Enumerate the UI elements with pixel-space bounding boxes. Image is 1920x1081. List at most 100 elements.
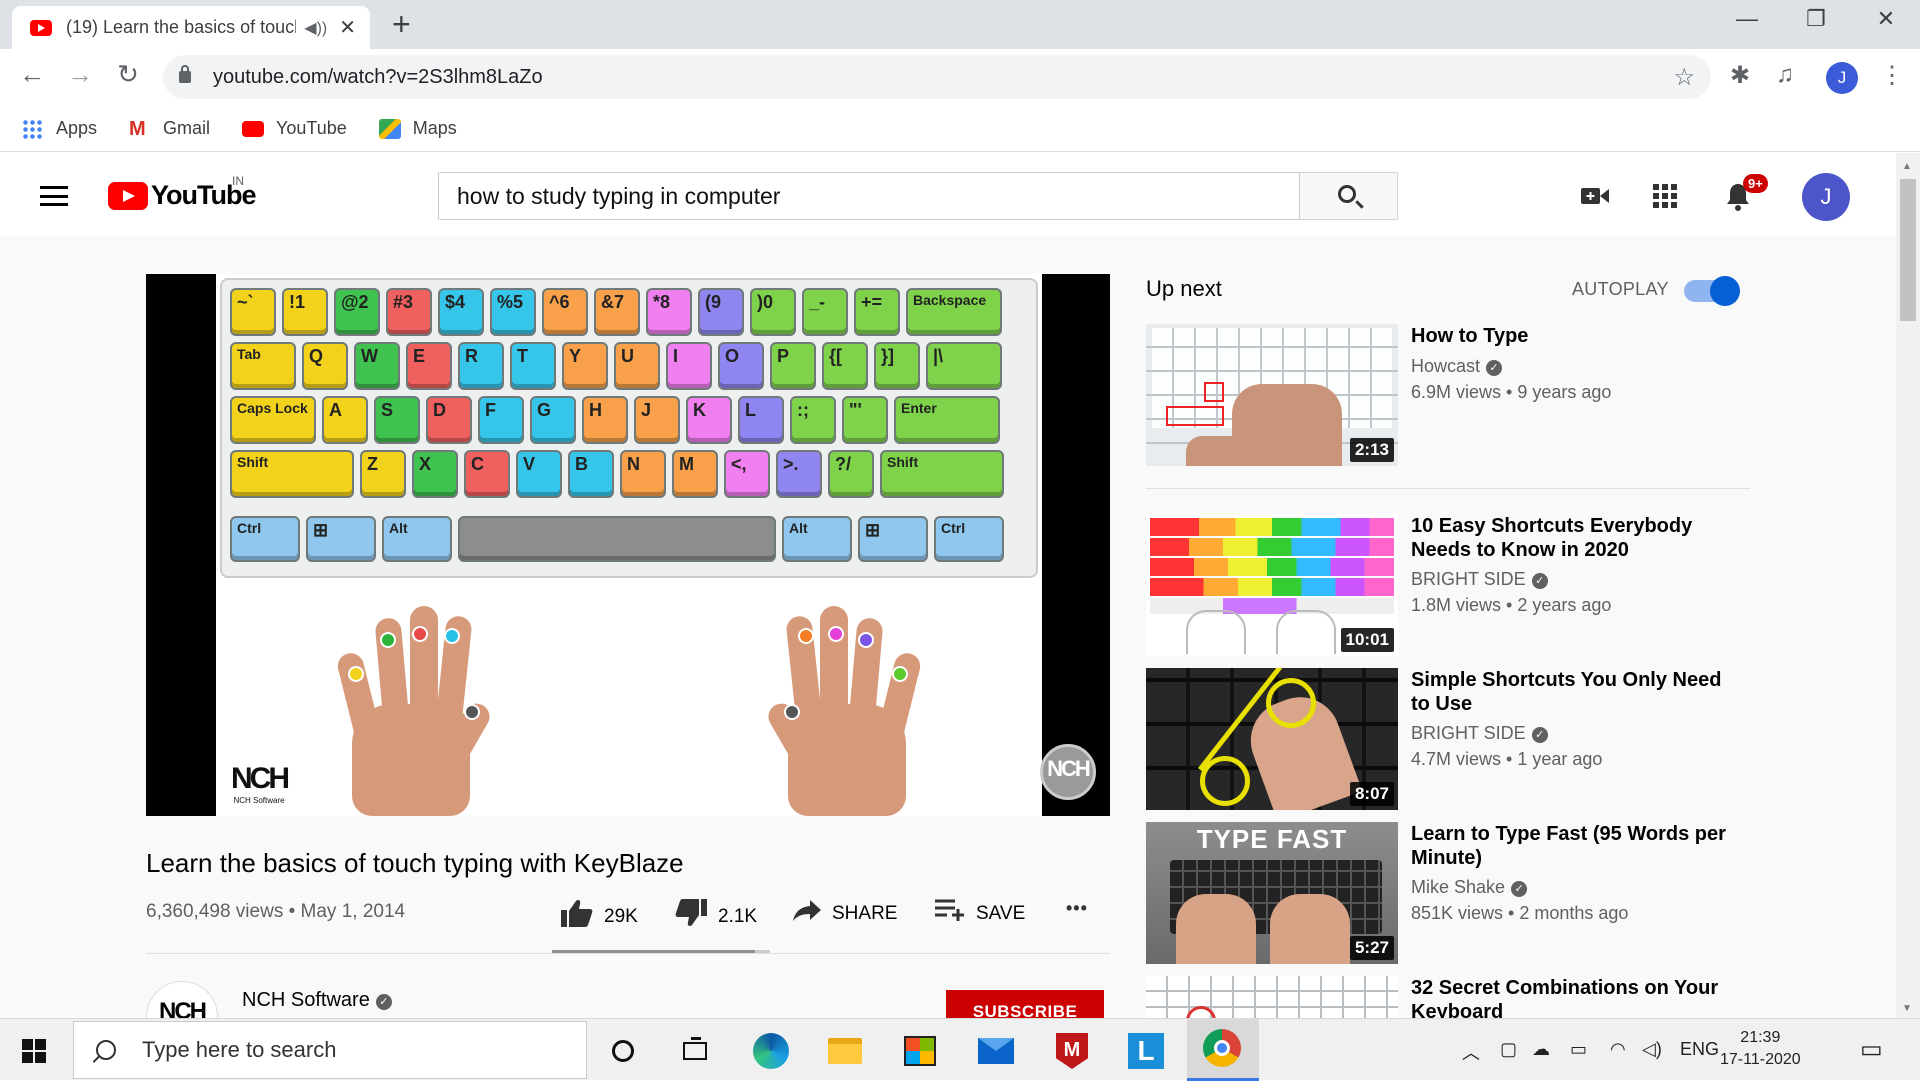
volume-icon[interactable]: ◁) xyxy=(1642,1039,1662,1060)
chrome-menu-icon[interactable]: ⋮ xyxy=(1880,61,1904,90)
lexicon-app-icon[interactable]: L xyxy=(1124,1029,1168,1073)
video-title[interactable]: 32 Secret Combinations on Your Keyboard xyxy=(1411,976,1731,1018)
youtube-play-logo-icon xyxy=(108,181,148,210)
video-title[interactable]: Simple Shortcuts You Only Need to Use xyxy=(1411,668,1731,716)
video-title[interactable]: 10 Easy Shortcuts Everybody Needs to Kno… xyxy=(1411,514,1731,562)
reload-icon[interactable]: ↻ xyxy=(110,59,146,90)
bookmark-label: Maps xyxy=(412,118,457,138)
channel-name-text: Howcast xyxy=(1411,356,1481,376)
show-hidden-icons-chevron-icon[interactable]: ︿ xyxy=(1462,1039,1480,1065)
address-bar[interactable]: youtube.com/watch?v=2S3lhm8LaZo ☆ xyxy=(163,55,1711,99)
autoplay-toggle[interactable] xyxy=(1684,276,1740,306)
notification-center-icon[interactable]: ▭ xyxy=(1860,1035,1883,1064)
scroll-up-arrow-icon[interactable]: ▲ xyxy=(1902,161,1912,172)
verified-check-icon: ✓ xyxy=(1486,360,1503,376)
keyboard-key: $4 xyxy=(438,288,484,336)
bookmark-star-icon[interactable]: ☆ xyxy=(1673,63,1695,92)
create-video-icon[interactable] xyxy=(1580,183,1610,214)
mcafee-icon[interactable]: M xyxy=(1050,1029,1094,1073)
url-text[interactable]: youtube.com/watch?v=2S3lhm8LaZo xyxy=(213,66,543,89)
scrollbar-thumb[interactable] xyxy=(1900,179,1916,321)
video-duration: 2:13 xyxy=(1349,438,1394,462)
keyboard-key: O xyxy=(718,342,764,390)
up-next-video-card[interactable]: 8:07 Simple Shortcuts You Only Need to U… xyxy=(1146,668,1750,810)
video-thumbnail[interactable] xyxy=(1146,976,1398,1018)
bookmark-apps[interactable]: Apps xyxy=(22,118,97,139)
keyboard-key: X xyxy=(412,450,458,498)
search-icon xyxy=(96,1040,116,1060)
extensions-puzzle-icon[interactable]: ✱ xyxy=(1730,61,1750,90)
microsoft-store-icon[interactable] xyxy=(898,1029,942,1073)
keyboard-key: A xyxy=(322,396,368,444)
up-next-video-card[interactable]: 32 Secret Combinations on Your Keyboard xyxy=(1146,976,1750,1018)
mail-icon[interactable] xyxy=(974,1029,1018,1073)
channel-name[interactable]: NCH Software ✓ xyxy=(242,989,392,1012)
video-duration: 5:27 xyxy=(1349,936,1394,960)
youtube-logo[interactable]: YouTube IN xyxy=(108,174,256,211)
share-button[interactable]: SHARE xyxy=(792,898,897,929)
video-thumbnail[interactable]: 2:13 xyxy=(1146,324,1398,466)
up-next-video-card[interactable]: 10:01 10 Easy Shortcuts Everybody Needs … xyxy=(1146,514,1750,656)
back-arrow-icon[interactable]: ← xyxy=(14,59,50,90)
file-explorer-icon[interactable] xyxy=(823,1029,867,1073)
bookmark-youtube[interactable]: YouTube xyxy=(242,118,347,139)
maximize-button[interactable]: ❐ xyxy=(1796,6,1836,32)
keyboard-key: Alt xyxy=(782,516,852,562)
dislike-button[interactable]: 2.1K xyxy=(674,898,757,935)
hamburger-menu-icon[interactable] xyxy=(40,186,68,206)
up-next-video-card[interactable]: 2:13 How to Type Howcast ✓ 6.9M views • 9… xyxy=(1146,324,1750,466)
minimize-button[interactable]: — xyxy=(1727,6,1767,32)
search-button[interactable] xyxy=(1300,172,1398,220)
chrome-taskbar-button[interactable] xyxy=(1187,1019,1259,1081)
keyboard-key: Enter xyxy=(894,396,1000,444)
video-thumbnail[interactable]: 10:01 xyxy=(1146,514,1398,656)
new-tab-button[interactable]: + xyxy=(392,8,411,40)
profile-avatar[interactable]: J xyxy=(1826,62,1858,94)
keyboard-key xyxy=(458,516,776,562)
keyboard-key: Caps Lock xyxy=(230,396,316,444)
page-scrollbar[interactable]: ▲ ▼ xyxy=(1896,153,1920,1018)
bookmark-maps[interactable]: Maps xyxy=(378,118,457,139)
bookmark-gmail[interactable]: M Gmail xyxy=(129,118,210,139)
keyboard-key: _- xyxy=(802,288,848,336)
scroll-down-arrow-icon[interactable]: ▼ xyxy=(1902,1003,1912,1014)
onedrive-cloud-icon[interactable]: ☁ xyxy=(1532,1039,1550,1060)
forward-arrow-icon[interactable]: → xyxy=(62,59,98,90)
keyboard-key: ~` xyxy=(230,288,276,336)
wifi-icon[interactable]: ◠ xyxy=(1610,1039,1626,1060)
account-avatar[interactable]: J xyxy=(1802,173,1850,221)
like-button[interactable]: 29K xyxy=(560,898,638,935)
keyboard-key: G xyxy=(530,396,576,444)
keyboard-illustration: ~` !1 @2 #3 $4 %5 ^6 &7 *8 (9)0 _- += Backspace Tab Q W… xyxy=(220,278,1038,578)
edge-browser-icon[interactable] xyxy=(749,1029,793,1073)
windows-start-icon[interactable] xyxy=(22,1039,46,1063)
video-thumbnail[interactable]: TYPE FAST 5:27 xyxy=(1146,822,1398,964)
browser-tab[interactable]: (19) Learn the basics of touch typing wi… xyxy=(12,6,370,49)
meet-now-icon[interactable]: ▢ xyxy=(1500,1039,1517,1060)
video-player[interactable]: ~` !1 @2 #3 $4 %5 ^6 &7 *8 (9)0 _- += Backspace Tab Q W… xyxy=(146,274,1110,816)
close-tab-icon[interactable]: ✕ xyxy=(339,15,356,40)
save-button[interactable]: SAVE xyxy=(934,898,1025,929)
search-input[interactable]: how to study typing in computer xyxy=(438,172,1300,220)
more-actions-icon[interactable]: ••• xyxy=(1066,898,1088,919)
browser-tab-strip: (19) Learn the basics of touch typing wi… xyxy=(0,0,1920,49)
apps-grid-icon[interactable] xyxy=(1652,183,1678,216)
cortana-icon[interactable] xyxy=(601,1029,645,1073)
task-view-icon[interactable] xyxy=(673,1029,717,1073)
close-window-button[interactable]: ✕ xyxy=(1866,6,1906,32)
input-language[interactable]: ENG xyxy=(1680,1039,1719,1060)
channel-watermark[interactable]: NCH xyxy=(1040,744,1096,800)
lock-icon[interactable] xyxy=(179,65,191,83)
media-control-icon[interactable]: ♫ xyxy=(1776,61,1794,89)
video-title[interactable]: Learn to Type Fast (95 Words per Minute) xyxy=(1411,822,1731,870)
keyboard-key: #3 xyxy=(386,288,432,336)
taskbar-search-box[interactable]: Type here to search xyxy=(73,1021,587,1079)
up-next-video-card[interactable]: TYPE FAST 5:27 Learn to Type Fast (95 Wo… xyxy=(1146,822,1750,964)
keyboard-key: ⊞ xyxy=(858,516,928,562)
speaker-icon[interactable]: ◀)) xyxy=(304,18,327,38)
battery-icon[interactable]: ▭ xyxy=(1570,1039,1587,1060)
taskbar-clock[interactable]: 21:39 17-11-2020 xyxy=(1720,1027,1801,1071)
keyboard-key: {[ xyxy=(822,342,868,390)
video-title[interactable]: How to Type xyxy=(1411,324,1731,348)
video-thumbnail[interactable]: 8:07 xyxy=(1146,668,1398,810)
